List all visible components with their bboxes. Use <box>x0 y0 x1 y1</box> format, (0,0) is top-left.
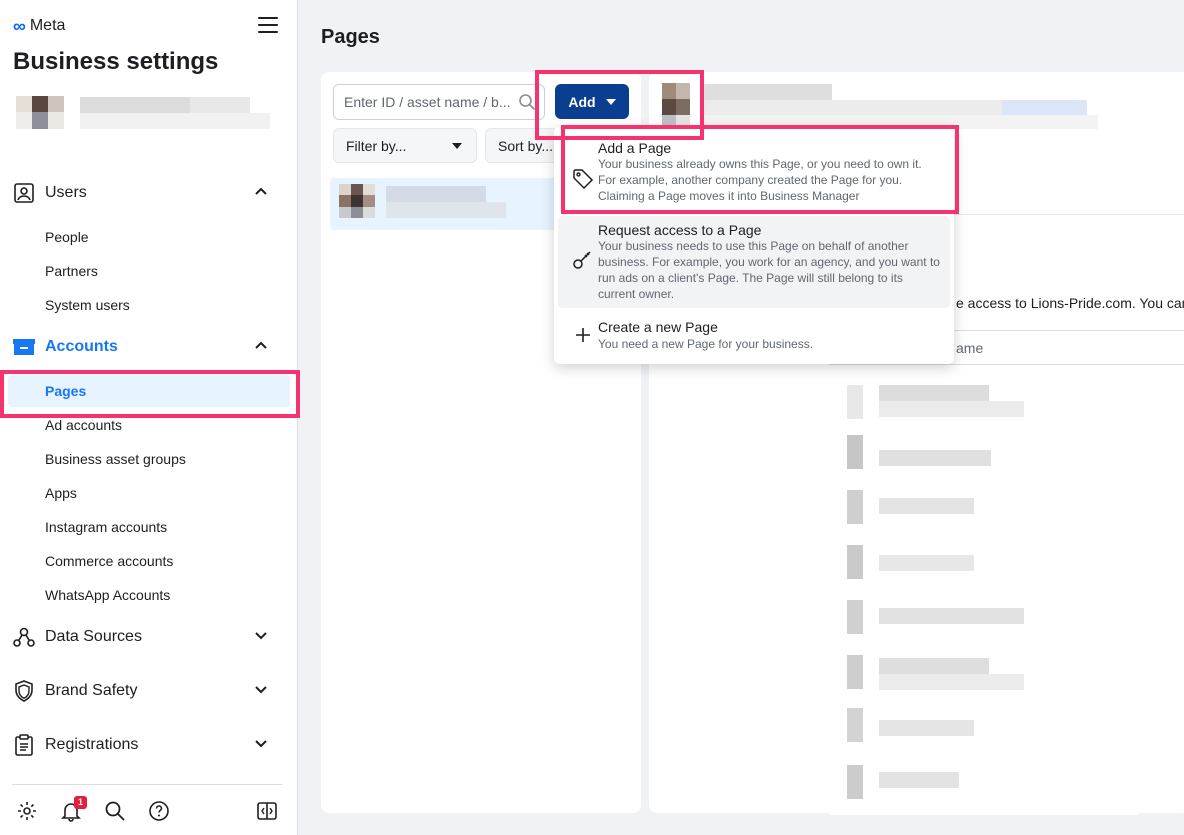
gear-icon[interactable] <box>16 800 38 822</box>
panel-toggle-icon[interactable] <box>256 800 278 822</box>
business-name-redacted <box>80 97 275 129</box>
chevron-up-icon <box>255 187 267 195</box>
notification-badge: 1 <box>74 796 87 809</box>
sidebar-item-instagram-accounts[interactable]: Instagram accounts <box>45 519 167 535</box>
sidebar-item-partners[interactable]: Partners <box>45 263 98 279</box>
infinity-icon: ∞ <box>13 16 26 36</box>
sidebar-item-commerce-accounts[interactable]: Commerce accounts <box>45 553 173 569</box>
detail-description: e access to Lions-Pride.com. You can <box>956 295 1184 311</box>
sidebar-section-brand-safety[interactable]: Brand Safety <box>12 676 282 706</box>
highlight-pages-item <box>0 370 300 418</box>
sidebar-item-system-users[interactable]: System users <box>45 297 130 313</box>
menu-item-title: Request access to a Page <box>598 222 762 238</box>
sidebar-item-whatsapp-accounts[interactable]: WhatsApp Accounts <box>45 587 170 603</box>
caret-down-icon <box>452 143 462 149</box>
menu-item-description: You need a new Page for your business. <box>598 337 814 351</box>
sidebar-section-label: Accounts <box>45 338 118 355</box>
search-icon[interactable] <box>104 800 126 822</box>
list-item-name-redacted <box>386 186 511 218</box>
key-icon <box>572 248 594 270</box>
search-icon <box>519 94 536 111</box>
sidebar-section-accounts[interactable]: Accounts <box>12 332 282 362</box>
menu-item-description: Your business needs to use this Page on … <box>598 239 940 301</box>
sidebar-item-people[interactable]: People <box>45 229 89 245</box>
clipboard-icon <box>12 733 36 757</box>
sidebar-section-registrations[interactable]: Registrations <box>12 730 282 760</box>
page-title: Business settings <box>13 48 219 75</box>
sidebar-section-users[interactable]: Users <box>12 178 282 208</box>
menu-item-create-new-page[interactable]: Create a new Page You need a new Page fo… <box>558 312 950 358</box>
meta-logo[interactable]: ∞ Meta <box>13 17 65 35</box>
shield-icon <box>12 679 36 703</box>
brand-name: Meta <box>29 17 66 34</box>
chevron-up-icon <box>255 341 267 349</box>
filter-label: Filter by... <box>346 137 407 154</box>
chevron-down-icon <box>255 686 267 694</box>
main-heading: Pages <box>321 26 380 48</box>
accounts-icon <box>12 335 36 359</box>
users-icon <box>12 181 36 205</box>
hamburger-menu-icon[interactable] <box>258 17 278 33</box>
plus-icon <box>572 324 594 346</box>
highlight-add-a-page <box>561 125 959 214</box>
divider <box>12 784 282 785</box>
chevron-down-icon <box>255 740 267 748</box>
sidebar-item-business-asset-groups[interactable]: Business asset groups <box>45 451 186 467</box>
sidebar-section-label: Registrations <box>45 736 139 753</box>
search-placeholder: Enter ID / asset name / b... <box>344 94 511 110</box>
business-avatar <box>16 96 64 129</box>
menu-item-request-access[interactable]: Request access to a Page Your business n… <box>558 216 950 308</box>
detail-name-redacted <box>702 84 1102 130</box>
asset-search-input[interactable]: Enter ID / asset name / b... <box>333 84 545 120</box>
sidebar-item-apps[interactable]: Apps <box>45 485 77 501</box>
data-sources-icon <box>12 625 36 649</box>
sidebar-item-ad-accounts[interactable]: Ad accounts <box>45 417 122 433</box>
chevron-down-icon <box>255 632 267 640</box>
table-column-name: ame <box>956 340 984 356</box>
list-item-avatar-redacted <box>339 184 375 218</box>
sidebar-section-label: Brand Safety <box>45 682 138 699</box>
help-icon[interactable] <box>148 800 170 822</box>
table-rows-redacted <box>829 380 1139 815</box>
filter-dropdown[interactable]: Filter by... <box>333 128 477 163</box>
sidebar-section-label: Data Sources <box>45 628 142 645</box>
sidebar-section-label: Users <box>45 184 87 201</box>
menu-item-title: Create a new Page <box>598 319 718 335</box>
sidebar-section-data-sources[interactable]: Data Sources <box>12 622 282 652</box>
